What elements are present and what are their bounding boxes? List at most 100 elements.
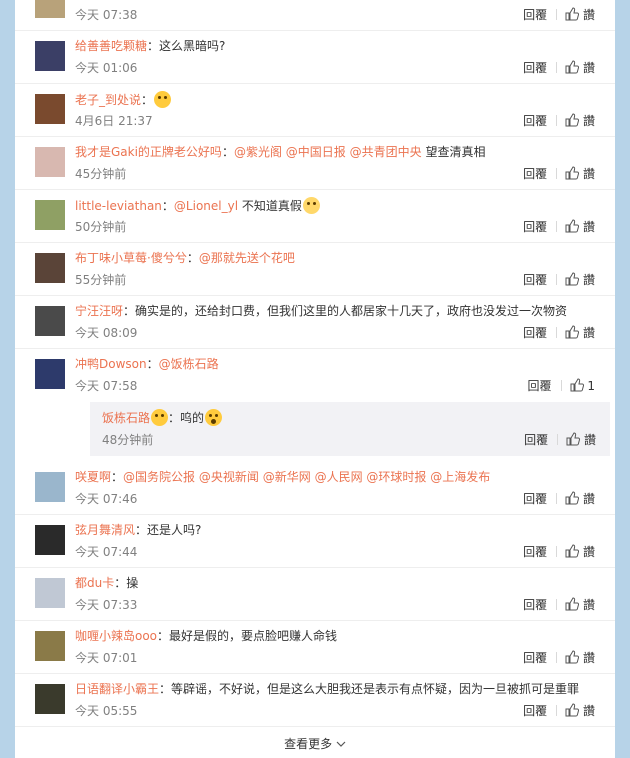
like-label: 讚: [582, 8, 595, 22]
like-label: 讚: [582, 492, 595, 506]
mention-link[interactable]: @央视新闻: [199, 470, 259, 484]
comment-time: 今天 07:38: [75, 8, 138, 22]
comment-username[interactable]: 日语翻译小霸王: [75, 682, 159, 696]
mention-link[interactable]: @人民网: [315, 470, 363, 484]
reply-button[interactable]: 回覆: [524, 433, 548, 447]
like-button[interactable]: 讚: [565, 491, 595, 506]
comment-actions: 回覆 讚: [523, 60, 595, 76]
reply-button[interactable]: 回覆: [523, 114, 547, 128]
like-button[interactable]: 讚: [565, 650, 595, 665]
like-button[interactable]: 讚: [565, 166, 595, 181]
mention-link[interactable]: @Lionel_yl: [174, 199, 238, 213]
comment-text: 弦月舞清风：还是人吗?: [75, 522, 600, 538]
comment-text: 给善善吃颗糖：这么黑暗吗?: [75, 38, 600, 54]
reply-button[interactable]: 回覆: [523, 545, 547, 559]
comment-time: 今天 01:06: [75, 61, 138, 75]
mention-link[interactable]: @环球时报: [366, 470, 426, 484]
comment-username[interactable]: 给善善吃颗糖: [75, 39, 147, 53]
heart-eyes-emoji-icon: [151, 409, 169, 426]
avatar[interactable]: [35, 94, 65, 124]
thumbs-up-icon: [565, 7, 580, 21]
like-label: 讚: [582, 220, 595, 234]
avatar[interactable]: [35, 525, 65, 555]
like-button[interactable]: 讚: [565, 325, 595, 340]
like-button[interactable]: 讚: [565, 219, 595, 234]
avatar[interactable]: [35, 0, 65, 18]
like-button[interactable]: 讚: [565, 597, 595, 612]
avatar[interactable]: [35, 472, 65, 502]
mention-link[interactable]: @上海发布: [430, 470, 490, 484]
reply-button[interactable]: 回覆: [523, 8, 547, 22]
avatar[interactable]: [35, 359, 65, 389]
reply-button[interactable]: 回覆: [523, 61, 547, 75]
comment-row: 宁汪汪呀：确实是的，还给封口费，但我们这里的人都居家十几天了，政府也没发过一次物…: [15, 296, 615, 349]
avatar[interactable]: [35, 631, 65, 661]
like-button[interactable]: 讚: [565, 544, 595, 559]
comment-body: ：确实是的，还给封口费，但我们这里的人都居家十几天了，政府也没发过一次物资: [123, 304, 568, 318]
reply-button[interactable]: 回覆: [523, 651, 547, 665]
reply-button[interactable]: 回覆: [523, 598, 547, 612]
reply-button[interactable]: 回覆: [523, 220, 547, 234]
like-label: 讚: [582, 61, 595, 75]
comment-username[interactable]: 都du卡: [75, 576, 114, 590]
thumbs-up-icon: [570, 378, 584, 392]
avatar[interactable]: [35, 253, 65, 283]
like-button[interactable]: 讚: [565, 7, 595, 22]
like-button[interactable]: 1: [570, 378, 595, 393]
reply-button[interactable]: 回覆: [523, 704, 547, 718]
like-button[interactable]: 讚: [566, 432, 596, 447]
mention-link[interactable]: @国务院公报: [123, 470, 195, 484]
comment-text: 冲鸭Dowson：@饭栋石路: [75, 356, 600, 372]
comment-username[interactable]: 冲鸭Dowson: [75, 357, 147, 371]
like-label: 讚: [582, 114, 595, 128]
comment-actions: 回覆 讚: [523, 650, 595, 666]
comment-username[interactable]: 宁汪汪呀: [75, 304, 123, 318]
mention-link[interactable]: @新华网: [263, 470, 311, 484]
avatar[interactable]: [35, 41, 65, 71]
reply-button[interactable]: 回覆: [523, 273, 547, 287]
mention-link[interactable]: @中国日报: [286, 145, 346, 159]
comment-username[interactable]: 饭栋石路: [102, 411, 150, 425]
mention-link[interactable]: @紫光阁: [234, 145, 282, 159]
comment-body: ：这么黑暗吗?: [147, 39, 226, 53]
avatar[interactable]: [35, 200, 65, 230]
comment-row: 咲夏啊：@国务院公报 @央视新闻 @新华网 @人民网 @环球时报 @上海发布 今…: [15, 462, 615, 515]
comment-username[interactable]: 咖喱小辣岛ooo: [75, 629, 157, 643]
like-button[interactable]: 讚: [565, 703, 595, 718]
mention-link[interactable]: @共青团中央: [350, 145, 422, 159]
reply-button[interactable]: 回覆: [528, 379, 552, 393]
comment-body: ：最好是假的，要点脸吧赚人命钱: [157, 629, 338, 643]
like-label: 讚: [582, 598, 595, 612]
comment-text: 日语翻译小霸王：等辟谣，不好说，但是这么大胆我还是表示有点怀疑，因为一旦被抓可是…: [75, 681, 600, 697]
like-button[interactable]: 讚: [565, 113, 595, 128]
reply-button[interactable]: 回覆: [523, 492, 547, 506]
avatar[interactable]: [35, 684, 65, 714]
comment-time: 45分钟前: [75, 167, 127, 181]
mention-link[interactable]: @饭栋石路: [159, 357, 219, 371]
comment-row: 布丁味小草莓·傻兮兮：@那就先送个花吧 55分钟前 回覆 讚: [15, 243, 615, 296]
comment-row: 今天 07:38 回覆 讚: [15, 0, 615, 31]
comment-username[interactable]: 老子_到处说: [75, 93, 141, 107]
comment-time: 48分钟前: [102, 433, 154, 447]
reply-button[interactable]: 回覆: [523, 167, 547, 181]
comment-time: 今天 07:33: [75, 598, 138, 612]
thumbs-up-icon: [565, 325, 580, 339]
like-button[interactable]: 讚: [565, 272, 595, 287]
reply-button[interactable]: 回覆: [523, 326, 547, 340]
comment-username[interactable]: 弦月舞清风: [75, 523, 135, 537]
comment-username[interactable]: little-leviathan: [75, 199, 162, 213]
comment-body: ：: [161, 199, 174, 213]
avatar[interactable]: [35, 147, 65, 177]
comment-username[interactable]: 我才是Gaki的正牌老公好吗: [75, 145, 222, 159]
comment-username[interactable]: 咲夏啊: [75, 470, 111, 484]
comment-time: 今天 07:58: [75, 379, 138, 393]
avatar[interactable]: [35, 306, 65, 336]
comment-username[interactable]: 布丁味小草莓·傻兮兮: [75, 251, 187, 265]
comment-body: ：呜的: [168, 411, 205, 425]
divider: [557, 434, 559, 445]
comment-body: ：还是人吗?: [135, 523, 202, 537]
avatar[interactable]: [35, 578, 65, 608]
like-button[interactable]: 讚: [565, 60, 595, 75]
view-more-button[interactable]: 查看更多: [15, 731, 615, 758]
mention-link[interactable]: @那就先送个花吧: [199, 251, 295, 265]
